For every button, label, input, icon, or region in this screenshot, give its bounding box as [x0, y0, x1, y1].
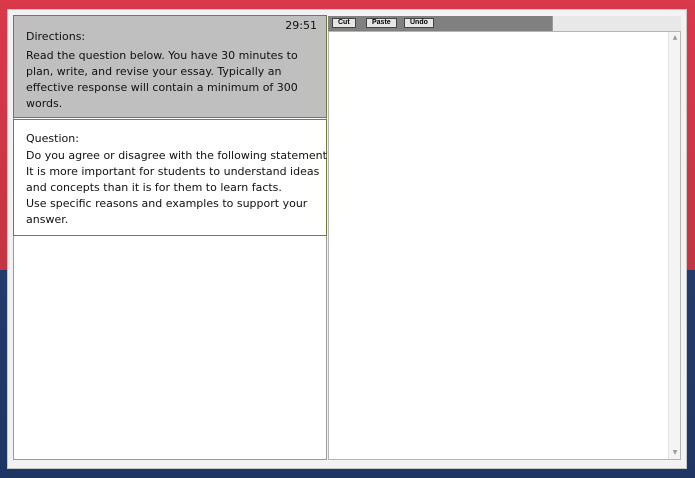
directions-line: words.: [26, 97, 63, 110]
scroll-up-icon[interactable]: ▲: [671, 34, 679, 42]
directions-panel: 29:51 Directions: Read the question belo…: [13, 15, 327, 118]
question-panel: Question: Do you agree or disagree with …: [13, 119, 333, 236]
editor-scrollbar[interactable]: ▲ ▼: [668, 32, 680, 459]
question-text: Do you agree or disagree with the follow…: [26, 148, 333, 228]
directions-line: effective response will contain a minimu…: [26, 81, 298, 94]
paste-button[interactable]: Paste: [366, 18, 397, 28]
directions-line: Read the question below. You have 30 min…: [26, 49, 298, 62]
directions-line: plan, write, and revise your essay. Typi…: [26, 65, 282, 78]
undo-button[interactable]: Undo: [404, 18, 434, 28]
scroll-down-icon[interactable]: ▼: [671, 449, 679, 457]
toolbar-spacer: [552, 16, 681, 31]
directions-title: Directions:: [26, 30, 86, 43]
essay-text[interactable]: [333, 36, 664, 455]
essay-editor[interactable]: ▲ ▼: [328, 31, 681, 460]
directions-text: Read the question below. You have 30 min…: [26, 48, 316, 112]
question-line: Use specific reasons and examples to sup…: [26, 197, 308, 210]
question-line: and concepts than it is for them to lear…: [26, 181, 282, 194]
question-line: Do you agree or disagree with the follow…: [26, 149, 333, 162]
question-line: answer.: [26, 213, 69, 226]
timer: 29:51: [285, 19, 317, 32]
question-line: It is more important for students to und…: [26, 165, 320, 178]
cut-button[interactable]: Cut: [332, 18, 356, 28]
page: { "timer": "29:51", "directions": { "tit…: [0, 0, 695, 478]
question-title: Question:: [26, 132, 79, 145]
